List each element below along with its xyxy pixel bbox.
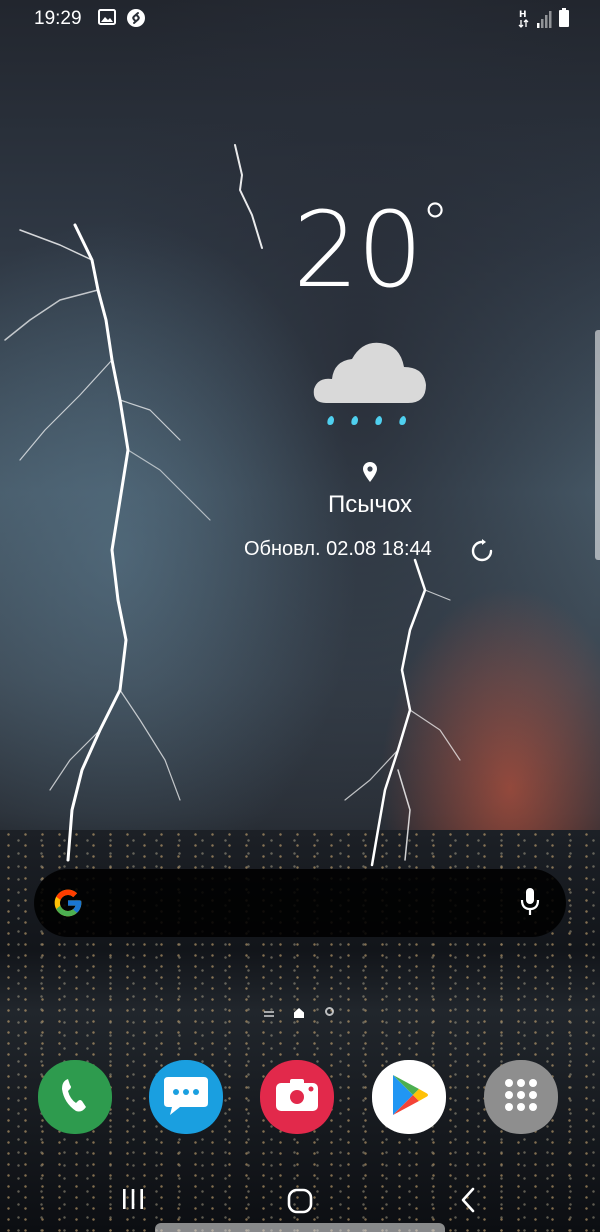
home-icon[interactable] [287, 1188, 313, 1219]
play-store-icon [389, 1073, 429, 1122]
weather-updated-time: Обновл. 02.08 18:44 [244, 538, 432, 560]
rain-cloud-icon [312, 341, 428, 438]
messages-app[interactable] [149, 1060, 223, 1134]
svg-text:H: H [519, 10, 527, 20]
app-dock [38, 1060, 560, 1136]
page-indicator-home-icon [293, 1006, 305, 1024]
gesture-hint-bar [155, 1223, 445, 1232]
status-time: 19:29 [34, 8, 82, 29]
google-search-bar[interactable] [34, 869, 566, 937]
phone-icon [58, 1075, 92, 1120]
battery-icon [558, 8, 570, 33]
recents-icon[interactable] [122, 1188, 144, 1215]
weather-location: Псычох [327, 491, 413, 518]
phone-app[interactable] [38, 1060, 112, 1134]
wallpaper-lightning [4, 144, 461, 867]
location-pin-icon [361, 461, 379, 488]
weather-widget[interactable]: 20° Псычох Обновл. 02.08 18:44 [230, 192, 510, 562]
apps-grid-icon [503, 1077, 539, 1118]
microphone-icon[interactable] [520, 887, 540, 922]
page-indicator-list [264, 1011, 274, 1013]
temperature-value: 20 [292, 189, 423, 311]
degree-symbol: ° [421, 192, 449, 257]
page-indicator-dot [325, 1007, 334, 1016]
play-store-app[interactable] [372, 1060, 446, 1134]
camera-record-icon [274, 1077, 320, 1118]
status-bar: 19:29 H [0, 0, 600, 40]
back-icon[interactable] [460, 1187, 476, 1218]
network-h-icon: H [518, 8, 530, 33]
shazam-icon [126, 8, 146, 33]
google-g-icon [52, 887, 84, 924]
navigation-bar [0, 1172, 600, 1232]
signal-icon [536, 10, 552, 33]
refresh-icon[interactable] [470, 539, 494, 568]
screen-recorder-app[interactable] [260, 1060, 334, 1134]
apps-drawer[interactable] [484, 1060, 558, 1134]
gallery-icon [98, 9, 116, 30]
messages-icon [162, 1073, 210, 1122]
temperature: 20° [230, 192, 510, 306]
page-indicator [0, 1005, 600, 1021]
edge-panel-handle[interactable] [595, 330, 600, 560]
